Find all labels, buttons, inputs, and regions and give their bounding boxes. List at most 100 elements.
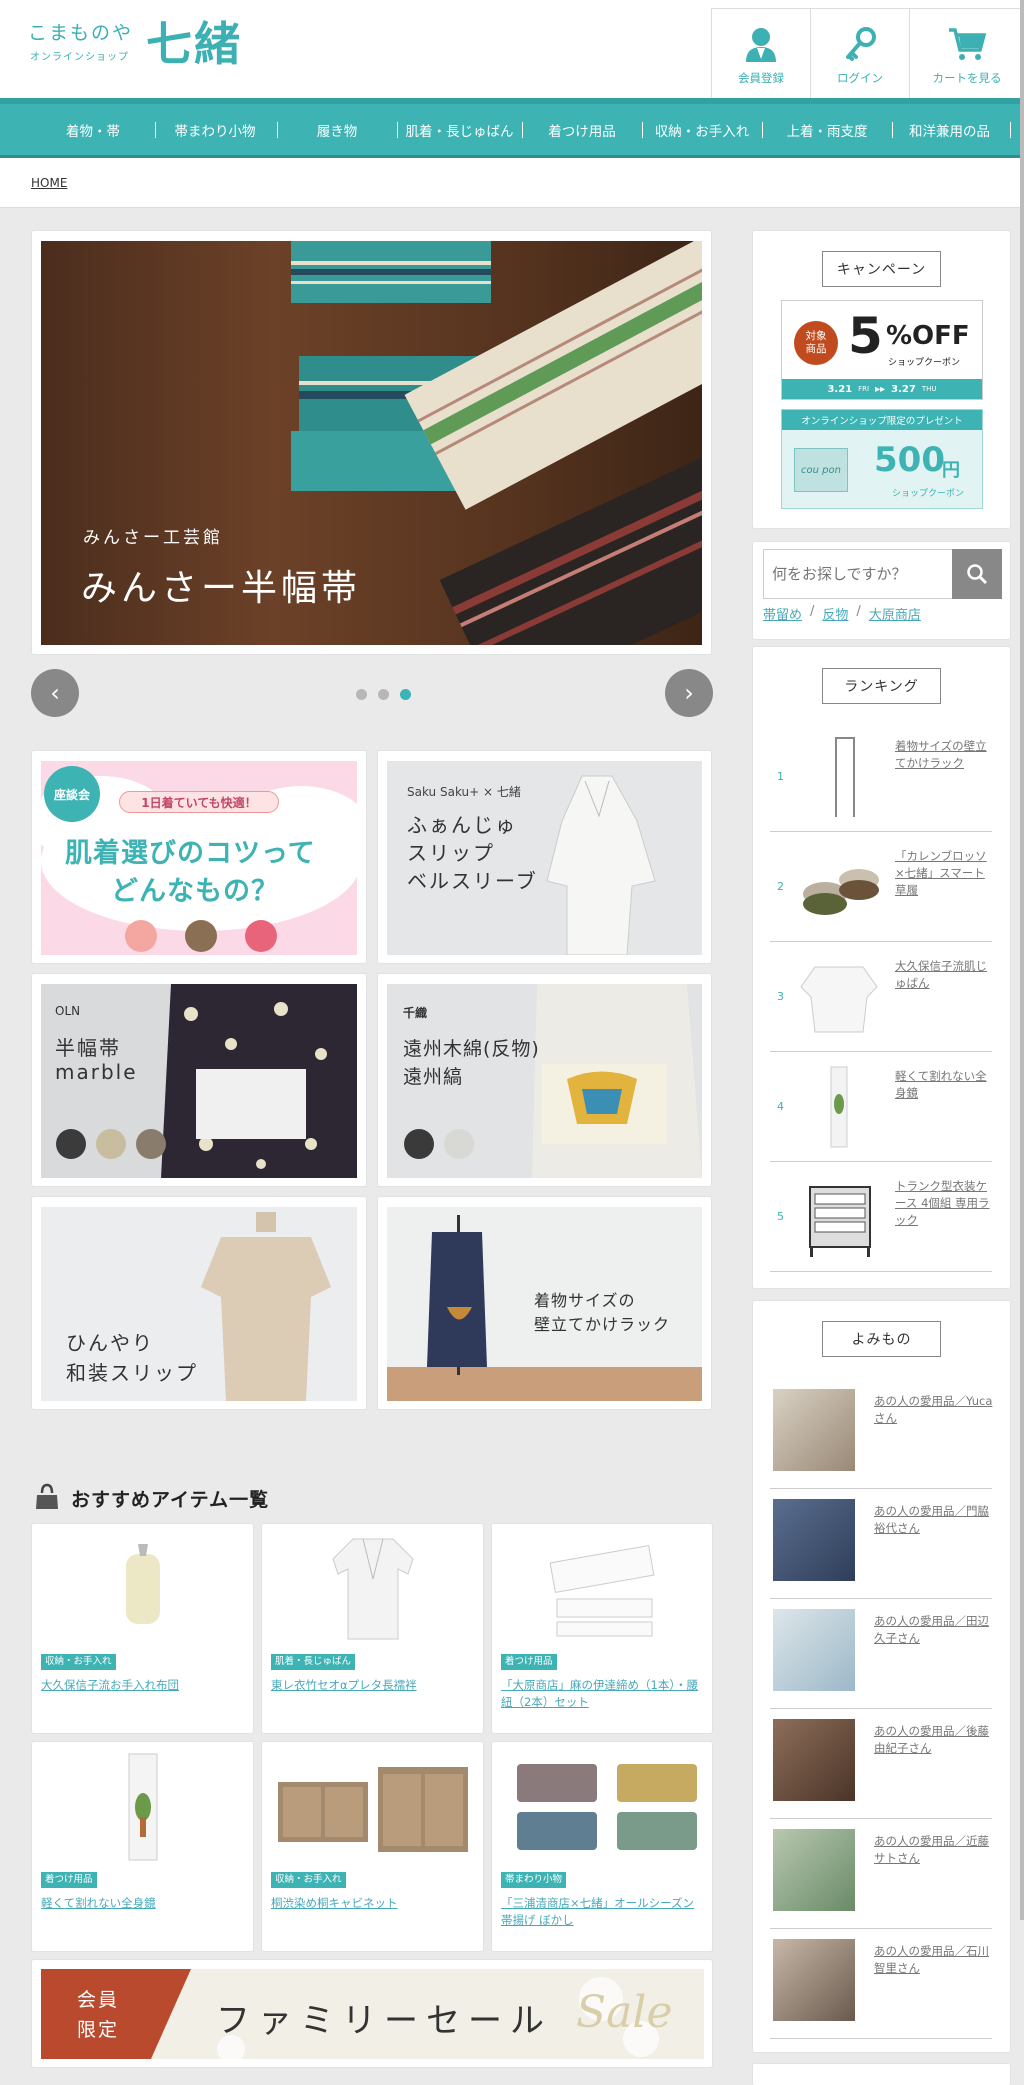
slider-dot[interactable] (356, 689, 367, 700)
item-name-link[interactable]: 「大原商店」麻の伊達締め（1本）・腰紐（2本）セット (501, 1677, 701, 1711)
yomimono-link[interactable]: あの人の愛用品／Yucaさん (874, 1393, 994, 1427)
recommend-item[interactable]: 肌着・長じゅばん 東レ衣竹セオαプレタ長襦袢 (261, 1523, 484, 1734)
login-button[interactable]: ログイン (810, 8, 909, 98)
search-icon (967, 564, 988, 585)
slider-prev-button[interactable]: ‹ (31, 669, 79, 717)
coupon-book-icon: cou pon (794, 448, 848, 492)
search-tag-link[interactable]: 帯留め (763, 604, 802, 623)
banner-rack[interactable]: 着物サイズの 壁立てかけラック (377, 1196, 712, 1410)
search-button[interactable] (952, 549, 1002, 599)
recommend-item[interactable]: 帯まわり小物 「三浦清商店×七緒」オールシーズン帯揚げ ぼかし (491, 1741, 713, 1952)
banner-hinyari[interactable]: ひんやり 和装スリップ (31, 1196, 367, 1410)
yomimono-link[interactable]: あの人の愛用品／近藤サトさん (874, 1833, 994, 1867)
ranking-item-link[interactable]: 着物サイズの壁立てかけラック (895, 738, 995, 772)
logo-subtext: オンラインショップ (30, 52, 129, 63)
yomimono-item[interactable]: あの人の愛用品／門脇裕代さん (770, 1489, 992, 1599)
campaign-title: キャンペーン (822, 251, 941, 287)
ranking-item-link[interactable]: 軽くて割れない全身鏡 (895, 1068, 995, 1102)
banner-oln-image: OLN 半幅帯 marble (41, 984, 357, 1178)
ranking-item[interactable]: 3 大久保信子流肌じゅばん (770, 942, 992, 1052)
ranking-item[interactable]: 5 トランク型衣装ケース 4個組 専用ラック (770, 1162, 992, 1272)
nav-item-dressing[interactable]: 着つけ用品 (522, 104, 642, 155)
nav-item-footwear[interactable]: 履き物 (277, 104, 397, 155)
page-scrollbar[interactable] (1020, 0, 1024, 1920)
recommend-item[interactable]: 着つけ用品 軽くて割れない全身鏡 (31, 1741, 254, 1952)
site-header: こまものや オンラインショップ 七緒 会員登録 ログイン カートを見る (0, 0, 1024, 98)
search-tag-link[interactable]: 反物 (822, 604, 848, 623)
yomimono-title: よみもの (822, 1321, 941, 1357)
slider-dot[interactable] (378, 689, 389, 700)
banner-chiori[interactable]: 千織 遠州木綿(反物) 遠州縞 (377, 973, 712, 1187)
coupon-date-bar: 3.21 FRI ▸▸ 3.27 THU (782, 379, 982, 399)
hinyari-line2: 和装スリップ (66, 1361, 198, 1385)
banner-zadankai[interactable]: 座談会 1日着ていても快適！ 肌着選びのコツって どんなもの？ (31, 750, 367, 964)
coupon-500-banner[interactable]: オンラインショップ限定のプレゼント cou pon 500 円 ショップクーポン (781, 409, 983, 509)
yomimono-item[interactable]: あの人の愛用品／近藤サトさん (770, 1819, 992, 1929)
nav-item-storage[interactable]: 収納・お手入れ (642, 104, 762, 155)
breadcrumb-home-link[interactable]: HOME (31, 176, 67, 190)
member-register-button[interactable]: 会員登録 (711, 8, 810, 98)
zadankai-badge: 座談会 (44, 766, 100, 822)
family-sale-banner[interactable]: 会員 限定 ファミリーセール Sale (31, 1959, 713, 2068)
recommend-item[interactable]: 収納・お手入れ 桐渋染め桐キャビネット (261, 1741, 484, 1952)
slider-dot-active[interactable] (400, 689, 411, 700)
yomimono-item[interactable]: あの人の愛用品／後藤由紀子さん (770, 1709, 992, 1819)
coupon-5off-banner[interactable]: 対象 商品 5 %OFF ショップクーポン 3.21 FRI ▸▸ 3.27 THU (781, 300, 983, 400)
banner-saku-saku[interactable]: Saku Saku+ × 七緒 ふぁんじゅ スリップ ベルスリーブ (377, 750, 712, 964)
search-box: 帯留め / 反物 / 大原商店 (752, 541, 1011, 640)
yomimono-link[interactable]: あの人の愛用品／門脇裕代さん (874, 1503, 994, 1537)
global-nav: 着物・帯 帯まわり小物 履き物 肌着・長じゅばん 着つけ用品 収納・お手入れ 上… (0, 98, 1024, 158)
item-name-link[interactable]: 大久保信子流お手入れ布団 (41, 1677, 241, 1694)
ranking-item-link[interactable]: 大久保信子流肌じゅばん (895, 958, 995, 992)
yomimono-item[interactable]: あの人の愛用品／石川智里さん (770, 1929, 992, 2039)
ranking-item[interactable]: 4 軽くて割れない全身鏡 (770, 1052, 992, 1162)
yomimono-image (773, 1499, 855, 1581)
badge-line2: 商品 (805, 343, 827, 355)
item-name-link[interactable]: 東レ衣竹セオαプレタ長襦袢 (271, 1677, 471, 1694)
ranking-title: ランキング (822, 668, 941, 704)
banner-chiori-image: 千織 遠州木綿(反物) 遠州縞 (387, 984, 702, 1178)
member-icon (746, 28, 776, 62)
item-name-link[interactable]: 「三浦清商店×七緒」オールシーズン帯揚げ ぼかし (501, 1895, 701, 1929)
item-name-link[interactable]: 桐渋染め桐キャビネット (271, 1895, 471, 1912)
hero-image[interactable]: みんさー工芸館 みんさー半幅帯 (41, 241, 702, 645)
rank-number: 2 (777, 880, 784, 893)
ranking-item-image (803, 869, 879, 915)
saku-line3: ベルスリーブ (407, 869, 538, 893)
ranking-item-link[interactable]: トランク型衣装ケース 4個組 専用ラック (895, 1178, 995, 1229)
recommend-item[interactable]: 収納・お手入れ 大久保信子流お手入れ布団 (31, 1523, 254, 1734)
date-end: 3.27 (891, 383, 916, 395)
yomimono-link[interactable]: あの人の愛用品／石川智里さん (874, 1943, 994, 1977)
banner-oln[interactable]: OLN 半幅帯 marble (31, 973, 367, 1187)
cart-button[interactable]: カートを見る (909, 8, 1024, 98)
ranking-item-link[interactable]: 「カレンブロッソ×七緒」スマート草履 (895, 848, 995, 899)
recommend-item[interactable]: 着つけ用品 「大原商店」麻の伊達締め（1本）・腰紐（2本）セット (491, 1523, 713, 1734)
item-category-tag: 着つけ用品 (501, 1654, 557, 1670)
search-tag-link[interactable]: 大原商店 (869, 604, 921, 623)
rack-line1: 着物サイズの (534, 1291, 636, 1310)
nav-item-outerwear[interactable]: 上着・雨支度 (762, 104, 892, 155)
ranking-item[interactable]: 2 「カレンブロッソ×七緒」スマート草履 (770, 832, 992, 942)
yomimono-link[interactable]: あの人の愛用品／田辺久子さん (874, 1613, 994, 1647)
nav-item-kimono[interactable]: 着物・帯 (33, 104, 153, 155)
sale-script: Sale (576, 1987, 673, 2038)
logo-text: こまものや (28, 22, 134, 44)
ranking-item[interactable]: 1 着物サイズの壁立てかけラック (770, 722, 992, 832)
zadankai-catch: 1日着ていても快適！ (119, 791, 279, 813)
nav-item-obi-accessories[interactable]: 帯まわり小物 (155, 104, 275, 155)
cart-icon (949, 28, 987, 60)
saku-line1: ふぁんじゅ (407, 813, 517, 837)
search-input[interactable] (763, 549, 953, 599)
nav-item-wayo[interactable]: 和洋兼用の品 (892, 104, 1007, 155)
site-logo[interactable]: こまものや オンラインショップ 七緒 (28, 12, 258, 72)
yomimono-item[interactable]: あの人の愛用品／Yucaさん (770, 1379, 992, 1489)
item-image (331, 1538, 414, 1640)
family-sale-title: ファミリーセール (216, 2001, 552, 2041)
banner-saku-saku-image: Saku Saku+ × 七緒 ふぁんじゅ スリップ ベルスリーブ (387, 761, 702, 955)
nav-item-underwear[interactable]: 肌着・長じゅばん (397, 104, 522, 155)
item-name-link[interactable]: 軽くて割れない全身鏡 (41, 1895, 241, 1912)
slider-next-button[interactable]: › (665, 669, 713, 717)
yomimono-link[interactable]: あの人の愛用品／後藤由紀子さん (874, 1723, 994, 1757)
dow-end: THU (921, 385, 937, 393)
yomimono-item[interactable]: あの人の愛用品／田辺久子さん (770, 1599, 992, 1709)
